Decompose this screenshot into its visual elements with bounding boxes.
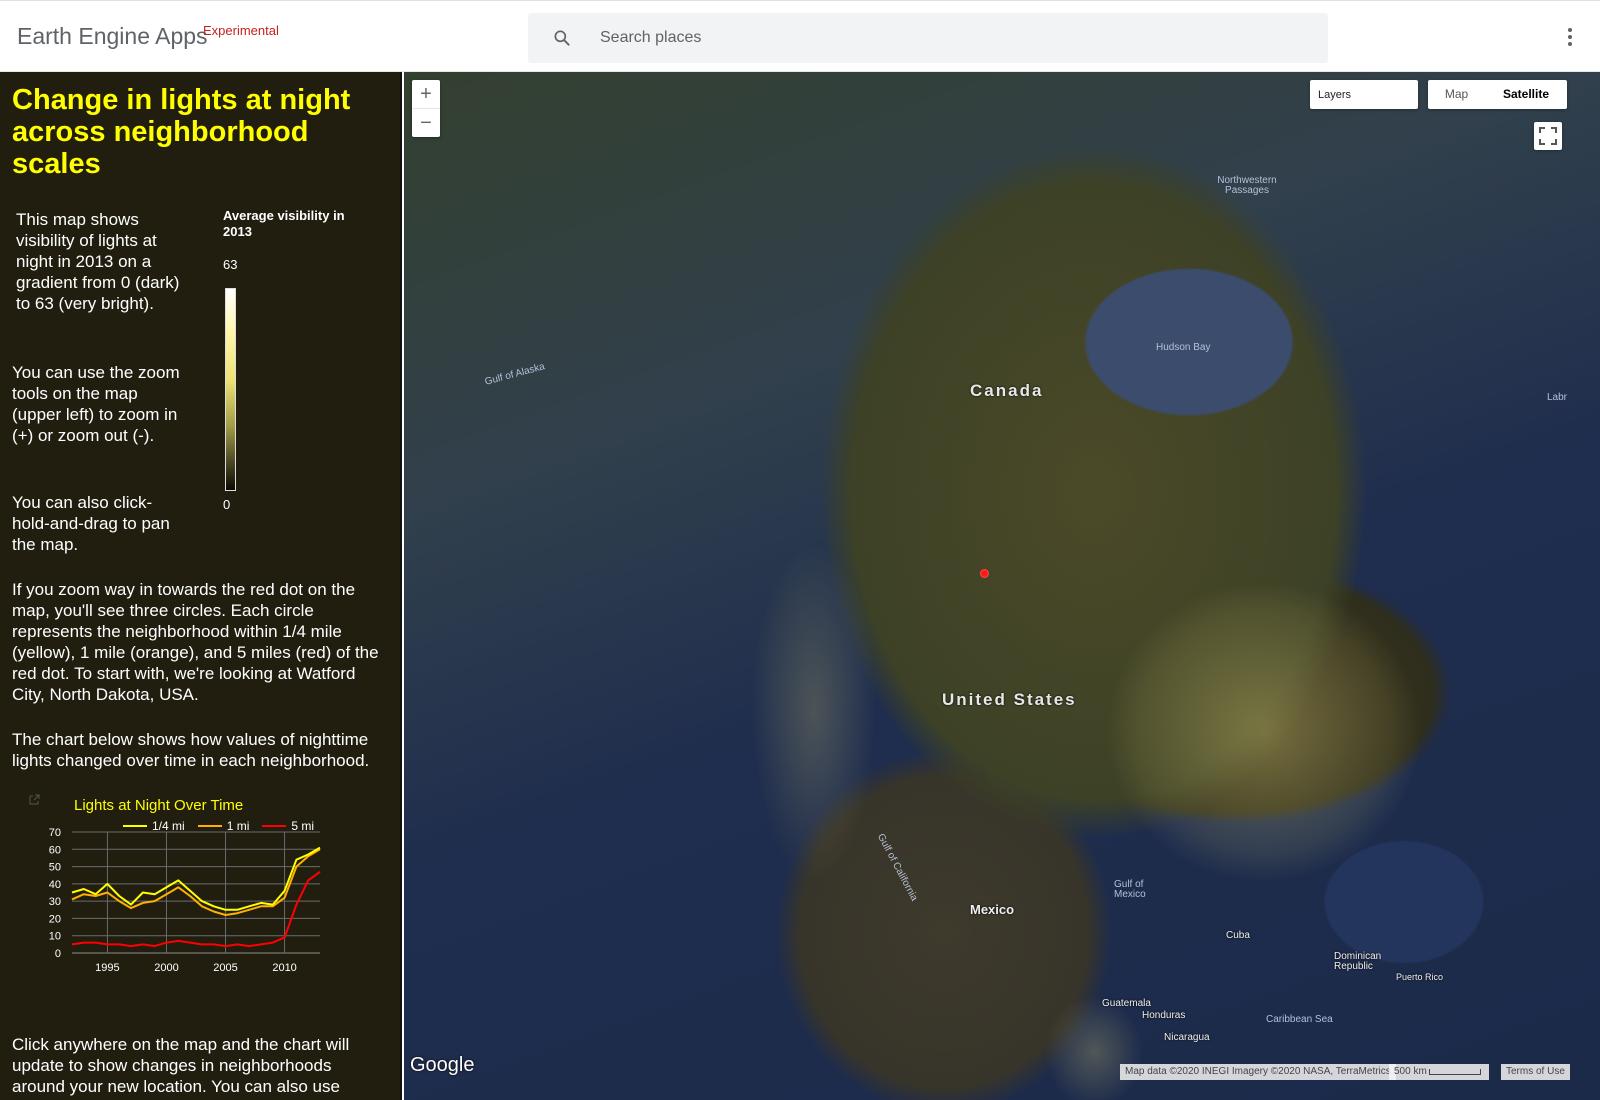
- click-instructions: Click anywhere on the map and the chart …: [12, 1035, 350, 1096]
- legend-gradient: [225, 288, 236, 491]
- legend-item-five-mile: 5 mi: [262, 819, 314, 833]
- search-box[interactable]: [528, 13, 1328, 63]
- y-tick-label: 40: [49, 879, 61, 891]
- legend-label-quarter-mile: 1/4 mi: [152, 819, 185, 833]
- map-type-map-button[interactable]: Map: [1428, 80, 1485, 109]
- layers-button[interactable]: Layers: [1310, 80, 1418, 109]
- fullscreen-icon: [1539, 127, 1557, 145]
- y-tick-label: 10: [49, 931, 61, 943]
- search-input[interactable]: [600, 23, 1300, 53]
- label-honduras: Honduras: [1142, 1010, 1186, 1021]
- y-tick-label: 30: [49, 896, 61, 908]
- app-header: Earth Engine Apps Experimental: [0, 0, 1600, 72]
- legend-max-label: 63: [223, 257, 238, 272]
- legend-swatch-five-mile: [262, 825, 287, 827]
- app-title[interactable]: Earth Engine Apps: [17, 23, 208, 50]
- chart-legend: 1/4 mi 1 mi 5 mi: [123, 819, 314, 833]
- y-tick-label: 50: [49, 862, 61, 874]
- label-united-states: United States: [942, 690, 1077, 709]
- night-lights-overlay: [404, 72, 1600, 1100]
- lights-chart: 0 10 20 30 40 50 60 70 1995 2000 2005 2010 Lights a…: [28, 794, 398, 1029]
- label-labrador: Labr: [1547, 392, 1568, 403]
- legend-label-one-mile: 1 mi: [226, 819, 250, 833]
- label-caribbean-sea: Caribbean Sea: [1266, 1014, 1333, 1025]
- series-line: [71, 870, 321, 948]
- y-tick-label: 0: [55, 948, 61, 960]
- legend-min-label: 0: [223, 497, 231, 512]
- map-scale: 500 km: [1389, 1064, 1489, 1080]
- y-tick-label: 60: [49, 844, 61, 856]
- zoom-in-button[interactable]: +: [412, 80, 440, 108]
- chart-description: The chart below shows how values of nigh…: [12, 730, 370, 770]
- label-gulf-of-mexico: Gulf of Mexico: [1114, 879, 1146, 900]
- intro-text: This map shows visibility of lights at n…: [16, 210, 180, 313]
- experimental-badge: Experimental: [203, 23, 279, 38]
- google-logo: Google: [410, 1054, 475, 1076]
- y-tick-label: 70: [49, 827, 61, 839]
- label-mexico: Mexico: [970, 902, 1015, 917]
- location-dot-icon[interactable]: [980, 569, 989, 578]
- fullscreen-button[interactable]: [1534, 122, 1562, 150]
- pan-instructions: You can also click-hold-and-drag to pan …: [12, 493, 170, 554]
- info-panel: Change in lights at night across neighbo…: [0, 72, 402, 1100]
- red-dot-explanation: If you zoom way in towards the red dot o…: [12, 580, 379, 704]
- label-nicaragua: Nicaragua: [1164, 1032, 1210, 1043]
- label-northwestern-passages: Northwestern Passages: [1217, 175, 1277, 196]
- terms-of-use-link[interactable]: Terms of Use: [1501, 1064, 1570, 1080]
- legend-item-quarter-mile: 1/4 mi: [123, 819, 185, 833]
- legend-swatch-quarter-mile: [123, 825, 147, 827]
- zoom-out-button[interactable]: −: [412, 108, 440, 136]
- panel-title: Change in lights at night across neighbo…: [12, 84, 351, 180]
- zoom-control: + −: [412, 80, 440, 137]
- label-dominican-republic: Dominican Republic: [1334, 951, 1382, 972]
- legend-swatch-one-mile: [197, 825, 222, 827]
- satellite-map[interactable]: Canada United States Mexico Hudson Bay G…: [404, 72, 1600, 1100]
- label-puerto-rico: Puerto Rico: [1396, 972, 1444, 982]
- open-in-new-icon[interactable]: [28, 794, 40, 806]
- map-type-control: Map Satellite: [1428, 80, 1567, 109]
- series-line: [71, 848, 321, 916]
- label-canada: Canada: [970, 381, 1044, 400]
- more-vert-icon[interactable]: [1562, 25, 1578, 51]
- legend-title: Average visibility in 2013: [223, 208, 345, 239]
- legend-label-five-mile: 5 mi: [291, 819, 315, 833]
- x-tick-label: 2000: [154, 962, 178, 974]
- y-tick-label: 20: [49, 913, 61, 925]
- map-attribution: Map data ©2020 INEGI Imagery ©2020 NASA,…: [1120, 1064, 1396, 1080]
- scale-label: 500 km: [1394, 1066, 1427, 1077]
- label-guatemala: Guatemala: [1102, 998, 1151, 1009]
- chart-title: Lights at Night Over Time: [74, 797, 244, 814]
- legend-item-one-mile: 1 mi: [197, 819, 250, 833]
- x-tick-label: 1995: [95, 962, 119, 974]
- scale-bar: [1429, 1069, 1481, 1075]
- label-hudson-bay: Hudson Bay: [1156, 342, 1211, 353]
- label-cuba: Cuba: [1226, 930, 1250, 941]
- map-type-satellite-button[interactable]: Satellite: [1485, 80, 1567, 109]
- search-icon[interactable]: [552, 28, 572, 48]
- zoom-instructions: You can use the zoom tools on the map (u…: [12, 363, 180, 445]
- x-tick-label: 2005: [213, 962, 237, 974]
- x-tick-label: 2010: [272, 962, 296, 974]
